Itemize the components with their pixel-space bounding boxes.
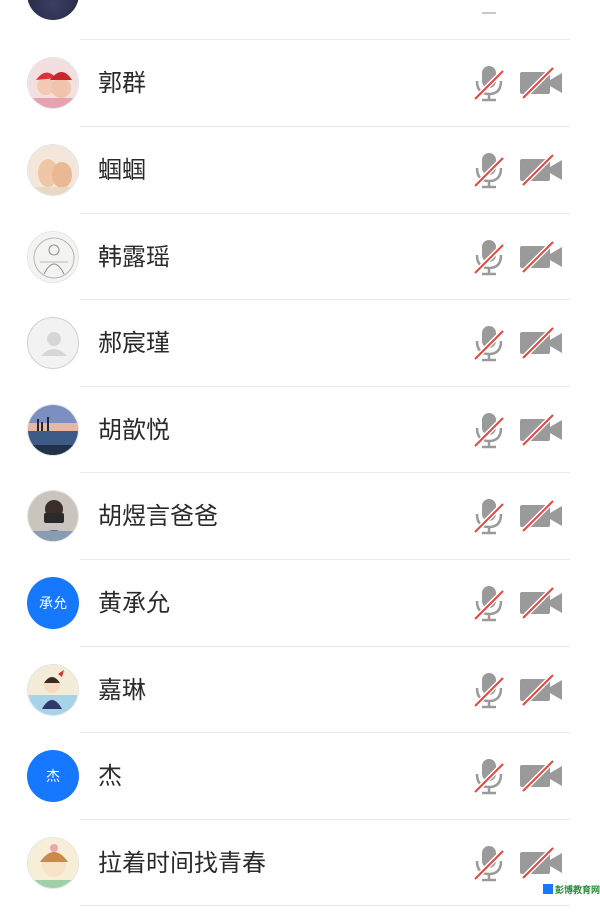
camera-off-icon[interactable]: [518, 586, 564, 620]
mic-muted-icon[interactable]: [472, 151, 506, 189]
camera-off-icon[interactable]: [518, 499, 564, 533]
avatar: 杰: [27, 750, 79, 802]
avatar: [27, 664, 79, 716]
participant-name: 韩露瑶: [98, 243, 170, 271]
participant-name: 黄承允: [98, 589, 170, 617]
avatar: [27, 404, 79, 456]
list-item[interactable]: 郝宸瑾: [0, 300, 600, 386]
avatar: 承允: [27, 577, 79, 629]
mic-muted-icon[interactable]: [472, 64, 506, 102]
participant-name: 郝宸瑾: [98, 329, 170, 357]
mic-muted-icon[interactable]: [472, 324, 506, 362]
camera-off-icon[interactable]: [518, 240, 564, 274]
camera-off-icon[interactable]: [518, 326, 564, 360]
avatar: [27, 317, 79, 369]
participant-name: 胡煜言爸爸: [98, 502, 218, 530]
mic-muted-icon[interactable]: [472, 497, 506, 535]
mic-icon: [482, 12, 496, 14]
list-item[interactable]: 蝈蝈: [0, 127, 600, 213]
mic-muted-icon[interactable]: [472, 757, 506, 795]
participant-name: 嘉琳: [98, 676, 146, 704]
list-item[interactable]: 承允 黄承允: [0, 560, 600, 646]
camera-off-icon[interactable]: [518, 846, 564, 880]
watermark-logo-icon: [543, 884, 553, 894]
camera-off-icon[interactable]: [518, 759, 564, 793]
list-item[interactable]: 拉着时间找青春: [0, 820, 600, 906]
watermark-text: 彭博教育网: [555, 886, 600, 896]
divider: [80, 905, 570, 906]
participant-name: 杰: [98, 762, 122, 790]
mic-muted-icon[interactable]: [472, 844, 506, 882]
camera-off-icon[interactable]: [518, 673, 564, 707]
list-item[interactable]: 杰 杰: [0, 733, 600, 819]
list-item[interactable]: 郭群: [0, 40, 600, 126]
camera-off-icon[interactable]: [518, 413, 564, 447]
avatar: [27, 231, 79, 283]
avatar: [27, 837, 79, 889]
avatar: [27, 490, 79, 542]
mic-muted-icon[interactable]: [472, 411, 506, 449]
avatar: [27, 144, 79, 196]
list-item[interactable]: 胡煜言爸爸: [0, 473, 600, 559]
camera-off-icon[interactable]: [518, 153, 564, 187]
mic-muted-icon[interactable]: [472, 584, 506, 622]
camera-off-icon[interactable]: [518, 66, 564, 100]
list-item-partial: [0, 0, 600, 40]
list-item[interactable]: 嘉琳: [0, 647, 600, 733]
list-item[interactable]: 韩露瑶: [0, 214, 600, 300]
watermark: 彭博教育网: [543, 883, 600, 897]
mic-muted-icon[interactable]: [472, 671, 506, 709]
participant-name: 胡歆悦: [98, 416, 170, 444]
participant-list: 郭群 蝈蝈 韩露瑶 郝宸瑾 胡歆悦 胡煜言爸爸 承允 黄承允 嘉琳 杰 杰 拉着…: [0, 0, 600, 913]
avatar: [27, 57, 79, 109]
mic-muted-icon[interactable]: [472, 238, 506, 276]
participant-name: 郭群: [98, 69, 146, 97]
participant-name: 蝈蝈: [98, 156, 146, 184]
list-item[interactable]: 胡歆悦: [0, 387, 600, 473]
participant-name: 拉着时间找青春: [98, 849, 266, 877]
avatar: [27, 0, 79, 20]
